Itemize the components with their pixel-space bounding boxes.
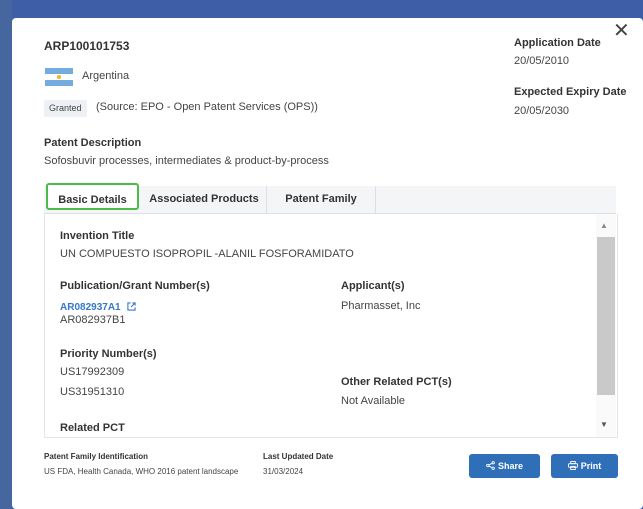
priority-number-2: US31951310 [60, 386, 125, 398]
scroll-up-icon[interactable]: ▲ [600, 221, 608, 230]
priority-number-1: US17992309 [60, 366, 125, 378]
other-pct-label: Other Related PCT(s) [341, 376, 452, 388]
publication-number-2: AR082937B1 [60, 314, 126, 326]
print-button[interactable]: Print [551, 454, 618, 478]
expiry-date-label: Expected Expiry Date [514, 86, 627, 98]
share-label: Share [497, 461, 523, 471]
tab-patent-family[interactable]: Patent Family [267, 186, 376, 213]
priority-number-label: Priority Number(s) [60, 348, 157, 360]
application-date-label: Application Date [514, 37, 601, 49]
invention-title: UN COMPUESTO ISOPROPIL -ALANIL FOSFORAMI… [60, 248, 354, 260]
argentina-flag-icon [45, 68, 73, 86]
other-pct-value: Not Available [341, 395, 406, 407]
print-icon [567, 461, 578, 470]
status-badge: Granted [44, 100, 87, 117]
print-label: Print [580, 461, 602, 471]
publication-link-wrapper: AR082937A1 [60, 297, 136, 315]
country-name: Argentina [82, 70, 130, 82]
applicant-value: Pharmasset, Inc [341, 300, 421, 312]
source-text: (Source: EPO - Open Patent Services (OPS… [96, 101, 318, 113]
patent-detail-modal: ARP100101753 ✕ Argentina Granted (Source… [12, 18, 643, 509]
description-label: Patent Description [44, 137, 142, 149]
patent-id: ARP100101753 [44, 39, 130, 53]
application-date: 20/05/2010 [514, 55, 570, 67]
tab-associated-products[interactable]: Associated Products [142, 186, 267, 213]
share-button[interactable]: Share [469, 454, 540, 478]
family-id-label: Patent Family Identification [44, 452, 149, 461]
share-icon [486, 461, 495, 470]
external-link-icon[interactable] [127, 302, 136, 311]
tab-bar: Basic Details Associated Products Patent… [44, 183, 616, 214]
family-id-value: US FDA, Health Canada, WHO 2016 patent l… [44, 467, 239, 476]
page-backdrop [0, 0, 12, 509]
patent-description: Sofosbuvir processes, intermediates & pr… [44, 155, 329, 167]
expiry-date: 20/05/2030 [514, 105, 570, 117]
applicant-label: Applicant(s) [341, 280, 405, 292]
last-updated-value: 31/03/2024 [263, 467, 304, 476]
basic-details-panel: Invention Title UN COMPUESTO ISOPROPIL -… [44, 214, 618, 438]
scroll-down-icon[interactable]: ▼ [600, 420, 608, 429]
close-icon[interactable]: ✕ [613, 21, 630, 41]
tab-basic-details[interactable]: Basic Details [46, 183, 139, 210]
invention-title-label: Invention Title [60, 230, 135, 242]
scrollbar-thumb[interactable] [597, 237, 615, 395]
related-pct-label: Related PCT [60, 422, 125, 434]
publication-number-label: Publication/Grant Number(s) [60, 280, 210, 292]
last-updated-label: Last Updated Date [263, 452, 334, 461]
publication-number-link[interactable]: AR082937A1 [60, 302, 121, 313]
